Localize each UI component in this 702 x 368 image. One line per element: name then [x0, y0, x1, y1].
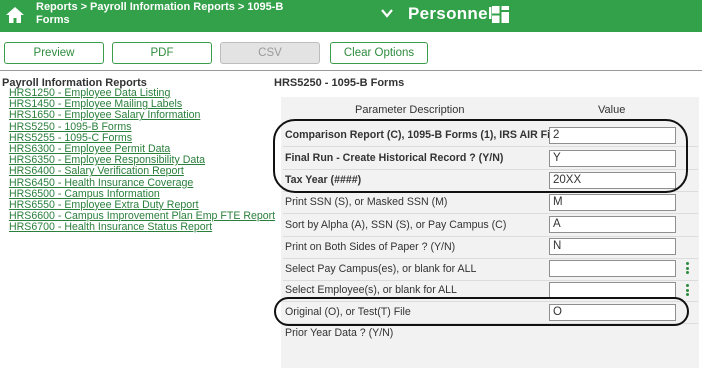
param-label-employee: Select Employee(s), or blank for ALL: [285, 284, 457, 296]
nav-link-hrs1650[interactable]: HRS1650 - Employee Salary Information: [9, 110, 275, 121]
breadcrumb-1095b-part2: Forms: [36, 14, 70, 26]
param-label-print-ssn: Print SSN (S), or Masked SSN (M): [285, 196, 448, 208]
report-nav-list: HRS1250 - Employee Data Listing HRS1450 …: [9, 87, 275, 233]
breadcrumb: Reports > Payroll Information Reports >1095…: [36, 1, 284, 26]
breadcrumb-reports[interactable]: Reports: [36, 1, 78, 13]
column-header-value: Value: [598, 104, 626, 116]
clear-options-button[interactable]: Clear Options: [330, 42, 428, 64]
grid-icon[interactable]: [492, 6, 509, 23]
param-label-prior-year: Prior Year Data ? (Y/N): [285, 327, 394, 339]
param-label-pay-campus: Select Pay Campus(es), or blank for ALL: [285, 263, 477, 275]
highlight-oval-top: [273, 119, 688, 193]
print-both-sides-input[interactable]: N: [549, 238, 676, 255]
nav-link-hrs6400[interactable]: HRS6400 - Salary Verification Report: [9, 166, 275, 177]
nav-link-hrs6450[interactable]: HRS6450 - Health Insurance Coverage: [9, 177, 275, 189]
csv-button: CSV: [220, 42, 320, 64]
kebab-menu-icon[interactable]: [686, 262, 690, 274]
app-title: Personnel: [408, 4, 493, 23]
row-divider: [283, 236, 698, 237]
kebab-menu-icon[interactable]: [686, 284, 690, 296]
preview-button[interactable]: Preview: [4, 42, 104, 64]
top-bar: Reports > Payroll Information Reports >1095…: [0, 0, 702, 32]
breadcrumb-payroll-reports[interactable]: Payroll Information Reports: [90, 1, 235, 13]
toolbar-divider: [0, 70, 702, 71]
param-label-print-both-sides: Print on Both Sides of Paper ? (Y/N): [285, 241, 456, 253]
breadcrumb-1095b-part1: 1095-B: [247, 1, 284, 13]
print-ssn-input[interactable]: M: [549, 194, 676, 211]
home-icon[interactable]: [4, 4, 26, 26]
sort-by-input[interactable]: A: [549, 216, 676, 233]
pay-campus-input[interactable]: [549, 260, 676, 277]
row-divider: [283, 213, 698, 214]
row-divider: [283, 280, 698, 281]
param-label-sort-by: Sort by Alpha (A), SSN (S), or Pay Campu…: [285, 219, 507, 231]
chevron-down-icon[interactable]: [379, 5, 395, 21]
row-divider: [283, 258, 698, 259]
pdf-button[interactable]: PDF: [112, 42, 212, 64]
nav-link-hrs6700[interactable]: HRS6700 - Health Insurance Status Report: [9, 222, 275, 233]
panel-title: HRS5250 - 1095-B Forms: [274, 77, 405, 89]
highlight-oval-bottom: [274, 297, 689, 326]
column-header-parameter: Parameter Description: [355, 104, 465, 116]
